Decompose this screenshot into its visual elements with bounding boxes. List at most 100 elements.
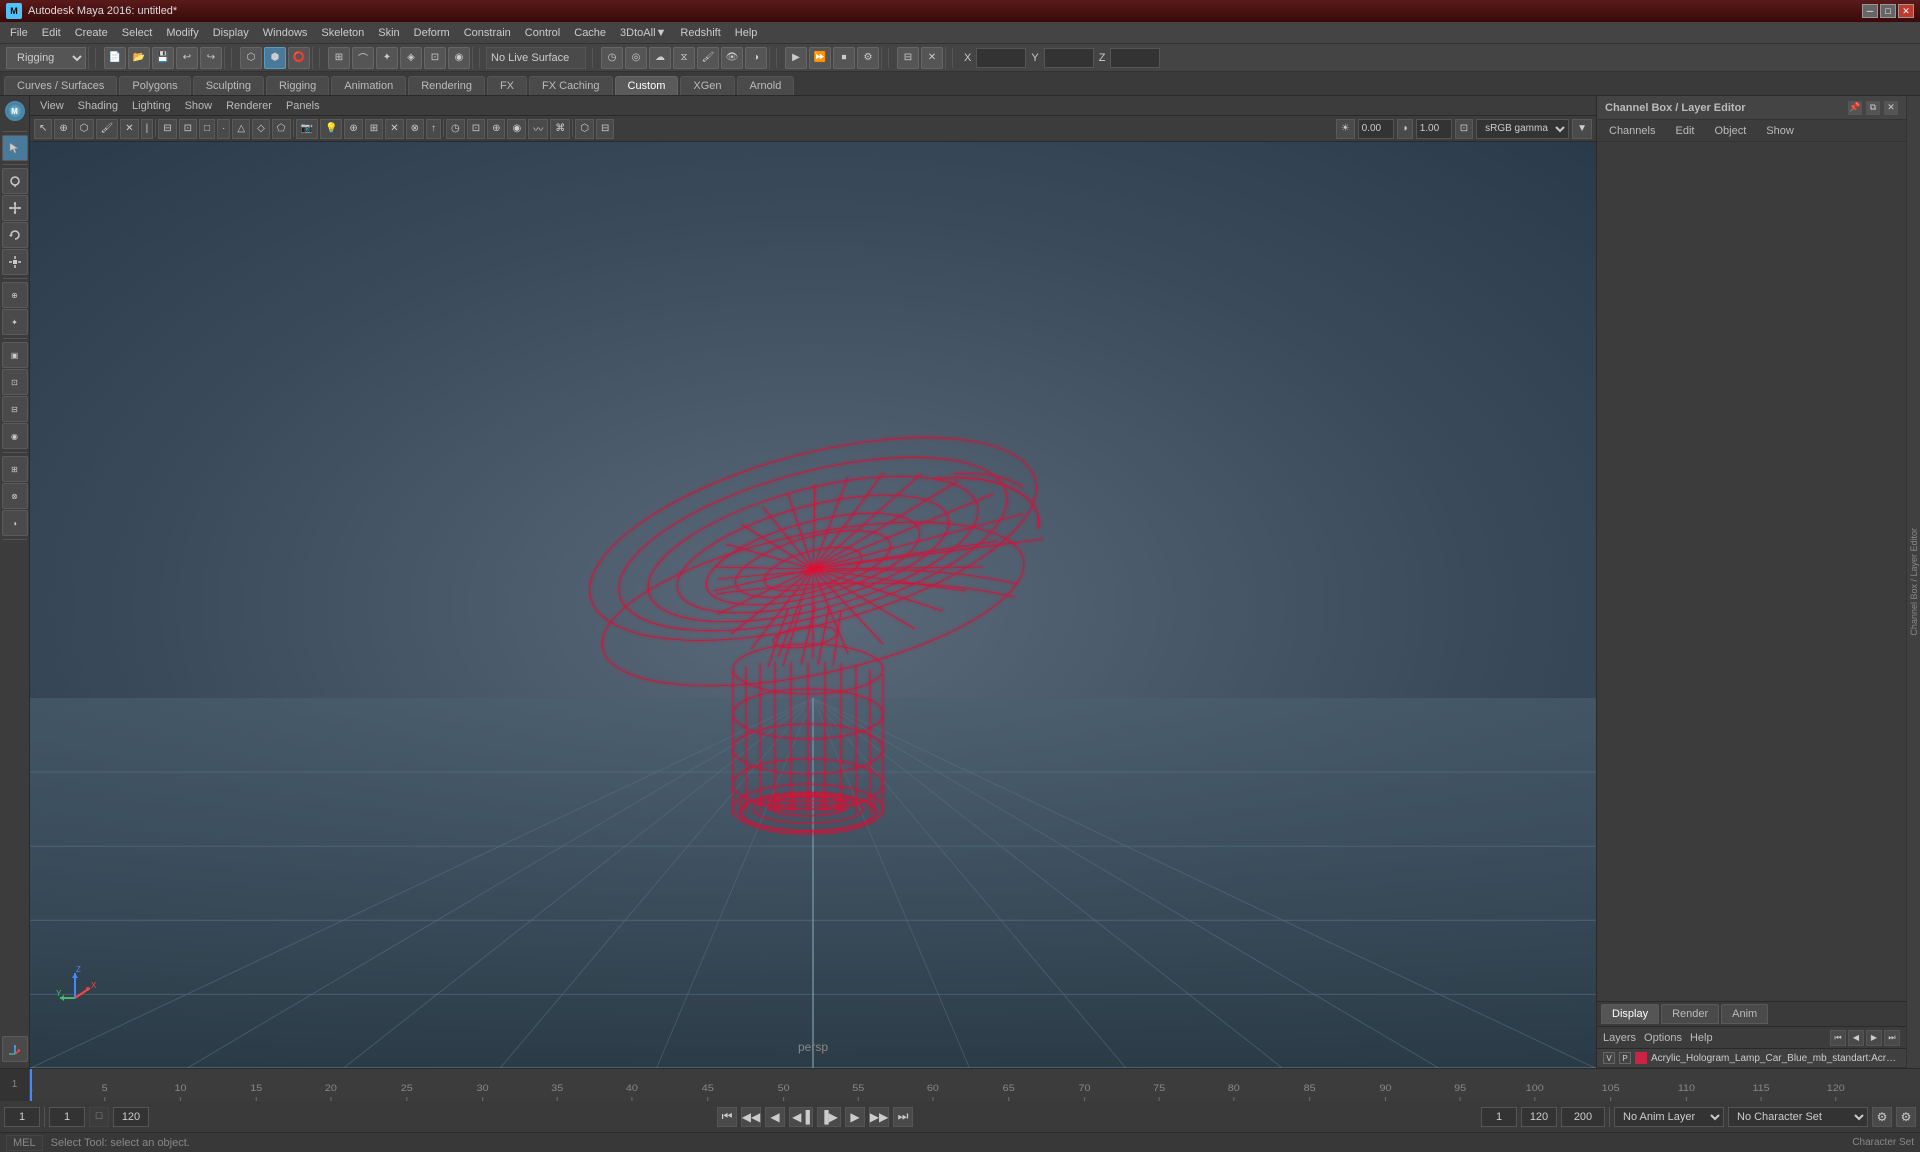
vp-poly-btn[interactable]: ⬡ <box>75 119 94 139</box>
channel-pin-icon[interactable]: 📌 <box>1848 101 1862 115</box>
snap-proj-btn[interactable]: ⊡ <box>424 47 446 69</box>
vp-ngons-btn[interactable]: ⬠ <box>272 119 291 139</box>
vp-sculpt-btn[interactable]: ⌘ <box>550 119 570 139</box>
maximize-button[interactable]: □ <box>1880 4 1896 18</box>
vp-clamp-btn[interactable]: ⊡ <box>1455 119 1473 139</box>
soft-select-btn[interactable]: ☁ <box>649 47 671 69</box>
template-btn[interactable]: ⊟ <box>2 396 28 422</box>
channel-tab-object[interactable]: Object <box>1706 123 1754 139</box>
construction-history-btn[interactable]: ◷ <box>601 47 623 69</box>
x-input[interactable] <box>976 48 1026 68</box>
viewport-3d[interactable]: Y Z X persp <box>30 142 1596 1068</box>
layer-nav-prev[interactable]: ◀ <box>1848 1030 1864 1046</box>
playback-end-input[interactable] <box>113 1107 149 1127</box>
snap-view-btn[interactable]: ◉ <box>448 47 470 69</box>
vp-bounding-btn[interactable]: □ <box>199 119 215 139</box>
skip-start-btn[interactable]: ⏮ <box>717 1107 737 1127</box>
snap-curve-btn[interactable]: ⌒ <box>352 47 374 69</box>
y-input[interactable] <box>1044 48 1094 68</box>
scale-tool-btn[interactable] <box>2 249 28 275</box>
render-settings-btn[interactable]: ⚙ <box>857 47 879 69</box>
show-all-btn[interactable]: 👁 <box>721 47 743 69</box>
vp-quads-btn[interactable]: ◇ <box>252 119 270 139</box>
vp-uvs-btn[interactable]: ⊟ <box>596 119 614 139</box>
layers-tab-options[interactable]: Options <box>1644 1032 1682 1044</box>
new-file-btn[interactable]: 📄 <box>104 47 126 69</box>
layout-btn[interactable]: ⊗ <box>2 483 28 509</box>
z-input[interactable] <box>1110 48 1160 68</box>
render-current-btn[interactable]: ▶ <box>785 47 807 69</box>
menu-redshift[interactable]: Redshift <box>674 25 726 41</box>
vp-grid-btn[interactable]: ⊞ <box>365 119 383 139</box>
layer-vp-v-indicator[interactable]: V <box>1603 1052 1615 1064</box>
frame-checkbox[interactable]: ☐ <box>89 1107 109 1127</box>
close-button[interactable]: ✕ <box>1898 4 1914 18</box>
range-end-input[interactable] <box>1521 1107 1557 1127</box>
tab-animation[interactable]: Animation <box>331 76 406 95</box>
layer-nav-end[interactable]: ⏭ <box>1884 1030 1900 1046</box>
vp-gamma-lock-btn[interactable]: ◑ <box>1397 119 1413 139</box>
current-frame-input[interactable] <box>4 1107 40 1127</box>
vp-xray-joints-btn[interactable]: ◉ <box>507 119 526 139</box>
vp-select-mode-btn[interactable]: ↖ <box>34 119 52 139</box>
open-file-btn[interactable]: 📂 <box>128 47 150 69</box>
menu-cache[interactable]: Cache <box>568 25 612 41</box>
viewport-menu-view[interactable]: View <box>34 99 70 113</box>
dra-tab-anim[interactable]: Anim <box>1721 1004 1768 1024</box>
vp-aa-btn[interactable]: ⊕ <box>344 119 362 139</box>
channel-detach-icon[interactable]: ⧉ <box>1866 101 1880 115</box>
channel-tab-channels[interactable]: Channels <box>1601 123 1663 139</box>
vp-move-mode-btn[interactable]: ⊕ <box>54 119 72 139</box>
vp-manip-btn[interactable]: ⊡ <box>467 119 485 139</box>
play-forward-btn[interactable]: ▐▶ <box>817 1107 841 1127</box>
hide-layer-btn[interactable]: ⊡ <box>2 369 28 395</box>
channel-tab-edit[interactable]: Edit <box>1667 123 1702 139</box>
redo-btn[interactable]: ↪ <box>200 47 222 69</box>
skip-end-btn[interactable]: ⏭ <box>893 1107 913 1127</box>
vp-snap-btn[interactable]: ✕ <box>120 119 138 139</box>
select-object-btn[interactable]: ⬢ <box>264 47 286 69</box>
symmetry-btn[interactable]: ⧖ <box>673 47 695 69</box>
rotate-tool-btn[interactable] <box>2 222 28 248</box>
mel-label[interactable]: MEL <box>6 1135 43 1151</box>
move-tool-btn[interactable] <box>2 195 28 221</box>
vp-gamma-input[interactable] <box>1416 119 1452 139</box>
workspace-dropdown[interactable]: Rigging <box>6 47 86 69</box>
vp-exposure-btn[interactable]: ☀ <box>1336 119 1355 139</box>
tab-curves-surfaces[interactable]: Curves / Surfaces <box>4 76 117 95</box>
viewport-menu-panels[interactable]: Panels <box>280 99 326 113</box>
channel-close-icon[interactable]: ✕ <box>1884 101 1898 115</box>
lasso-select-btn[interactable]: ⭕ <box>288 47 310 69</box>
playback-range-start[interactable] <box>49 1107 85 1127</box>
vp-motion-trail-btn[interactable]: 〰 <box>528 119 548 139</box>
play-backward-btn[interactable]: ◀▐ <box>789 1107 813 1127</box>
viewport-menu-renderer[interactable]: Renderer <box>220 99 278 113</box>
viewport-menu-show[interactable]: Show <box>179 99 219 113</box>
uv-editor-btn[interactable]: ⊟ <box>897 47 919 69</box>
menu-deform[interactable]: Deform <box>408 25 456 41</box>
playback-settings-btn[interactable]: ⚙ <box>1872 1107 1892 1127</box>
vp-wireframe-btn[interactable]: ⊟ <box>158 119 176 139</box>
layer-color-swatch[interactable] <box>1635 1052 1647 1064</box>
vp-tris-btn[interactable]: △ <box>232 119 250 139</box>
next-frame-btn[interactable]: ▶ <box>845 1107 865 1127</box>
tab-custom[interactable]: Custom <box>615 76 679 95</box>
char-set-dropdown[interactable]: No Character Set <box>1728 1107 1868 1127</box>
prev-frame-btn[interactable]: ◀ <box>765 1107 785 1127</box>
show-layer-btn[interactable]: ▣ <box>2 342 28 368</box>
vp-history-btn[interactable]: ◷ <box>446 119 465 139</box>
layer-nav-start[interactable]: ⏮ <box>1830 1030 1846 1046</box>
layer-render-p-indicator[interactable]: P <box>1619 1052 1631 1064</box>
menu-3dto-all[interactable]: 3DtoAll▼ <box>614 25 672 41</box>
vp-exposure-input[interactable] <box>1358 119 1394 139</box>
save-file-btn[interactable]: 💾 <box>152 47 174 69</box>
vp-hud-btn[interactable]: ✕ <box>385 119 403 139</box>
soft-select-btn-left[interactable]: ⊕ <box>2 282 28 308</box>
layer-nav-next[interactable]: ▶ <box>1866 1030 1882 1046</box>
vp-uvset-btn[interactable]: ⬡ <box>575 119 594 139</box>
vp-gamma-select[interactable]: sRGB gamma <box>1476 119 1569 139</box>
render-sequence-btn[interactable]: ⏩ <box>809 47 831 69</box>
snap-surface-btn[interactable]: ◈ <box>400 47 422 69</box>
xray-btn[interactable]: ✕ <box>921 47 943 69</box>
vp-smooth-btn[interactable]: ⊡ <box>179 119 197 139</box>
